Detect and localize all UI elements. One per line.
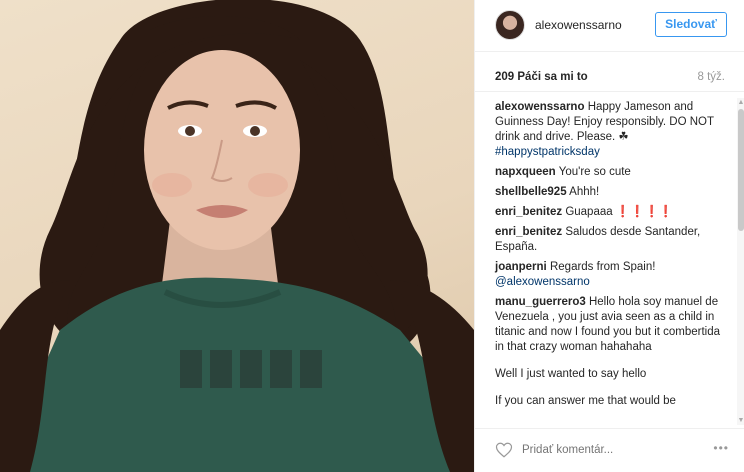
username-link[interactable]: alexowenssarno — [535, 18, 622, 32]
comment-continuation: If you can answer me that would be — [495, 395, 676, 407]
scrollbar-thumb[interactable] — [738, 109, 744, 231]
post-stats: 209 Páči sa mi to 8 týž. — [475, 52, 744, 92]
selfie-image — [0, 0, 474, 472]
comment-author[interactable]: manu_guerrero3 — [495, 296, 586, 308]
post-header: alexowenssarno Sledovať — [475, 0, 744, 52]
likes-label: Páči sa mi to — [517, 71, 588, 83]
more-options-icon[interactable]: ••• — [713, 441, 729, 455]
list-item: manu_guerrero3 Hello hola soy manuel de … — [495, 295, 737, 355]
mention-link[interactable]: @alexowenssarno — [495, 276, 590, 288]
avatar[interactable] — [495, 10, 525, 40]
scroll-up-icon[interactable]: ▲ — [737, 98, 744, 107]
comment-author[interactable]: napxqueen — [495, 166, 556, 178]
instagram-post: alexowenssarno Sledovať 209 Páči sa mi t… — [0, 0, 744, 472]
comment-author[interactable]: shellbelle925 — [495, 186, 567, 198]
post-age[interactable]: 8 týž. — [698, 71, 725, 83]
heart-icon[interactable] — [495, 441, 513, 459]
hashtag-link[interactable]: #happystpatricksday — [495, 146, 600, 158]
likes-number: 209 — [495, 71, 515, 83]
comment-author[interactable]: joanperni — [495, 261, 547, 273]
scroll-down-icon[interactable]: ▼ — [737, 416, 744, 425]
list-item: napxqueen You're so cute — [495, 165, 737, 180]
comment-text: You're so cute — [558, 166, 631, 178]
follow-button[interactable]: Sledovať — [655, 12, 727, 37]
comment-text: Ahhh! — [569, 186, 600, 198]
comment-continuation: Well I just wanted to say hello — [495, 368, 647, 380]
comment-text: Guapaaa ❗❗❗❗ — [565, 206, 674, 218]
list-item: shellbelle925 Ahhh! — [495, 185, 737, 200]
post-photo[interactable] — [0, 0, 474, 472]
list-item: joanperni Regards from Spain! @alexowens… — [495, 260, 737, 290]
list-item: enri_benitez Guapaaa ❗❗❗❗ — [495, 205, 737, 220]
comment-input[interactable] — [522, 444, 662, 456]
comment-caption: alexowenssarno Happy Jameson and Guinnes… — [495, 100, 737, 160]
comment-author[interactable]: alexowenssarno — [495, 101, 584, 113]
comment-author[interactable]: enri_benitez — [495, 206, 562, 218]
comment-text: Regards from Spain! — [549, 261, 656, 273]
list-item: enri_benitez Saludos desde Santander, Es… — [495, 225, 737, 255]
post-details-panel: alexowenssarno Sledovať 209 Páči sa mi t… — [474, 0, 744, 472]
comment-author[interactable]: enri_benitez — [495, 226, 562, 238]
comments-scrollbar[interactable]: ▲ ▼ — [737, 98, 744, 425]
likes-count[interactable]: 209 Páči sa mi to — [495, 71, 588, 83]
comments-list: alexowenssarno Happy Jameson and Guinnes… — [475, 92, 737, 425]
post-footer: ••• — [475, 428, 744, 472]
